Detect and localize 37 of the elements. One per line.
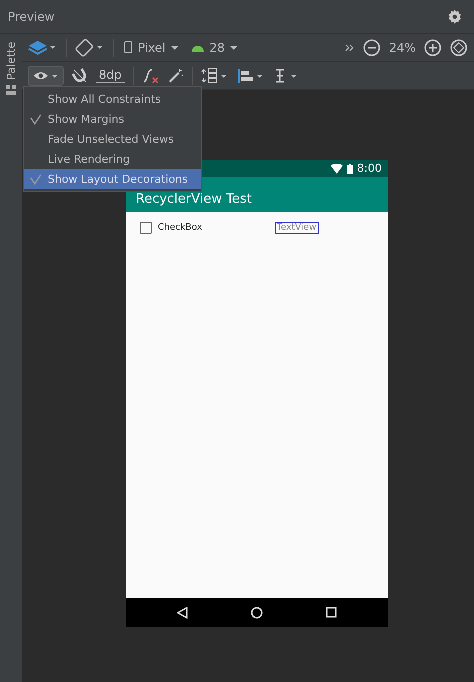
- battery-icon: [347, 164, 354, 174]
- menu-item[interactable]: Live Rendering: [24, 149, 201, 169]
- status-time: 8:00: [357, 162, 382, 175]
- api-level-dropdown[interactable]: 28: [188, 40, 240, 54]
- zoom-out-icon[interactable]: [363, 38, 382, 56]
- text-view: TextView: [275, 222, 319, 234]
- default-margin-dropdown[interactable]: 8dp: [96, 68, 125, 83]
- checkbox[interactable]: [140, 222, 152, 234]
- magnet-icon[interactable]: [72, 68, 88, 84]
- settings-icon[interactable]: [448, 10, 462, 24]
- home-icon[interactable]: [251, 606, 264, 618]
- app-title: RecyclerView Test: [136, 192, 252, 207]
- wifi-icon: [331, 164, 344, 174]
- menu-item[interactable]: Show Layout Decorations: [24, 169, 201, 189]
- zoom-in-icon[interactable]: [424, 38, 442, 56]
- zoom-fit-icon[interactable]: [450, 38, 468, 56]
- chevron-icon[interactable]: [345, 44, 356, 52]
- view-options-button[interactable]: [28, 66, 64, 86]
- distribute-icon[interactable]: [200, 68, 229, 84]
- zoom-level: 24%: [389, 40, 416, 54]
- menu-item[interactable]: Fade Unselected Views: [24, 129, 201, 149]
- checkbox-label: CheckBox: [158, 223, 204, 233]
- rotate-icon[interactable]: [75, 38, 105, 56]
- back-icon[interactable]: [177, 606, 190, 618]
- phone-icon: [124, 41, 133, 54]
- palette-tab[interactable]: Palette: [4, 42, 18, 80]
- device-dropdown[interactable]: Pixel: [122, 40, 181, 54]
- magic-wand-icon[interactable]: [168, 68, 184, 84]
- menu-item[interactable]: Show All Constraints: [24, 89, 201, 109]
- menu-item[interactable]: Show Margins: [24, 109, 201, 129]
- clear-constraints-icon[interactable]: [142, 66, 160, 84]
- recents-icon[interactable]: [326, 607, 337, 618]
- eye-icon: [33, 70, 59, 82]
- panel-title: Preview: [8, 10, 55, 24]
- align-icon[interactable]: [236, 68, 265, 84]
- layers-icon[interactable]: [28, 40, 58, 56]
- palette-icon[interactable]: [5, 84, 17, 96]
